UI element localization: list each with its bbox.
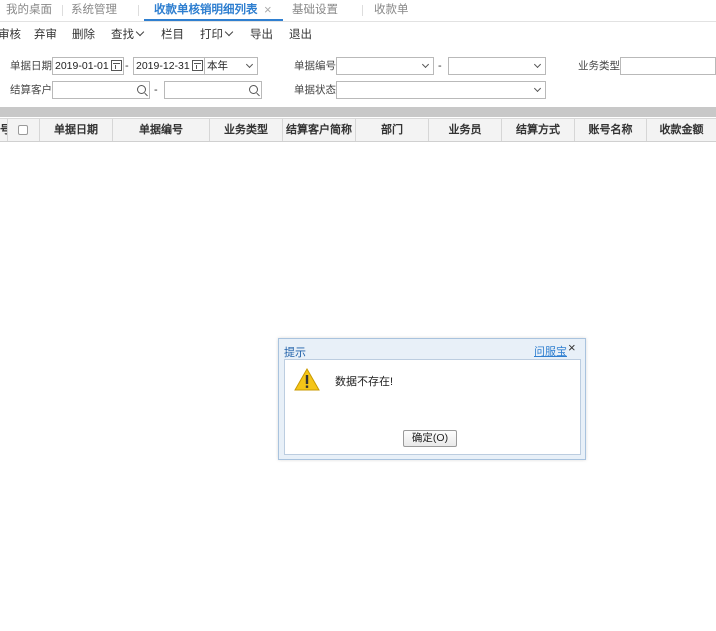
date-range-dash: -: [125, 60, 129, 72]
delete-button[interactable]: 删除: [72, 26, 95, 44]
exit-button[interactable]: 退出: [289, 26, 312, 44]
chevron-down-icon: [245, 60, 254, 69]
print-button[interactable]: 打印: [200, 26, 234, 44]
export-button[interactable]: 导出: [250, 26, 273, 44]
chevron-down-icon: [135, 27, 145, 37]
splitter-bar: [0, 107, 716, 117]
tab-basic-settings[interactable]: 基础设置: [292, 0, 338, 21]
business-type-select[interactable]: [620, 57, 716, 75]
customer-range-dash: -: [154, 84, 158, 96]
date-to-value: 2019-12-31: [136, 60, 190, 72]
date-from-value: 2019-01-01: [55, 60, 109, 72]
period-select[interactable]: 本年: [204, 57, 258, 75]
tab-receipt[interactable]: 收款单: [374, 0, 409, 21]
table-header: 号 单据日期 单据编号 业务类型 结算客户简称 部门 业务员 结算方式 账号名称…: [0, 118, 716, 142]
date-label: 单据日期: [10, 60, 52, 72]
chevron-down-icon: [533, 84, 542, 93]
toolbar: 审核 弃审 删除 查找 栏目 打印 导出 退出: [0, 23, 716, 47]
number-to-select[interactable]: [448, 57, 546, 75]
audit-button[interactable]: 审核: [0, 26, 21, 44]
tab-bar: 我的桌面 系统管理 收款单核销明细列表 × 基础设置 收款单: [0, 0, 716, 22]
calendar-icon[interactable]: [192, 60, 203, 71]
status-select[interactable]: [336, 81, 546, 99]
customer-from-field[interactable]: [52, 81, 150, 99]
col-department[interactable]: 部门: [356, 119, 429, 141]
customer-label: 结算客户: [10, 84, 52, 96]
col-business-type[interactable]: 业务类型: [210, 119, 283, 141]
col-salesperson[interactable]: 业务员: [429, 119, 502, 141]
period-value: 本年: [207, 60, 228, 72]
find-label: 查找: [111, 29, 134, 41]
status-label: 单据状态: [294, 84, 336, 96]
dialog-message: 数据不存在!: [335, 376, 394, 388]
tab-system-management[interactable]: 系统管理: [71, 0, 117, 21]
find-button[interactable]: 查找: [111, 26, 145, 44]
print-label: 打印: [200, 29, 223, 41]
number-label: 单据编号: [294, 60, 336, 72]
chevron-down-icon: [533, 60, 542, 69]
business-type-label: 业务类型: [578, 60, 620, 72]
date-from-field[interactable]: 2019-01-01: [52, 57, 124, 75]
columns-button[interactable]: 栏目: [161, 26, 184, 44]
col-receipt-amount[interactable]: 收款金额: [647, 119, 716, 141]
customer-to-field[interactable]: [164, 81, 262, 99]
alert-dialog: 提示 问服宝 × 数据不存在! 确定(O): [278, 338, 586, 460]
dialog-title: 提示: [284, 347, 306, 359]
col-settlement-method[interactable]: 结算方式: [502, 119, 575, 141]
dialog-body: 数据不存在! 确定(O): [284, 359, 581, 455]
col-doc-date[interactable]: 单据日期: [40, 119, 113, 141]
tab-divider: [138, 5, 139, 16]
col-customer-short-name[interactable]: 结算客户简称: [283, 119, 356, 141]
tab-my-desktop[interactable]: 我的桌面: [6, 0, 52, 21]
tab-divider: [362, 5, 363, 16]
chevron-down-icon: [224, 27, 234, 37]
tab-close-icon[interactable]: ×: [264, 0, 272, 21]
chevron-down-icon: [421, 60, 430, 69]
close-icon[interactable]: ×: [568, 341, 576, 355]
col-doc-number[interactable]: 单据编号: [113, 119, 210, 141]
search-icon[interactable]: [249, 85, 258, 94]
warning-icon: [294, 368, 320, 391]
tab-divider: [62, 5, 63, 16]
help-link[interactable]: 问服宝: [534, 343, 567, 359]
unaudit-button[interactable]: 弃审: [34, 26, 57, 44]
search-icon[interactable]: [137, 85, 146, 94]
number-range-dash: -: [438, 60, 442, 72]
date-to-field[interactable]: 2019-12-31: [133, 57, 205, 75]
calendar-icon[interactable]: [111, 60, 122, 71]
select-all-checkbox[interactable]: [18, 125, 28, 135]
ok-button[interactable]: 确定(O): [403, 430, 457, 447]
col-select-all[interactable]: [8, 119, 40, 141]
tab-receipt-writeoff-list[interactable]: 收款单核销明细列表: [144, 0, 283, 21]
tab-label: 收款单核销明细列表: [154, 4, 258, 16]
col-account-name[interactable]: 账号名称: [575, 119, 647, 141]
col-index: 号: [0, 119, 8, 141]
number-from-select[interactable]: [336, 57, 434, 75]
